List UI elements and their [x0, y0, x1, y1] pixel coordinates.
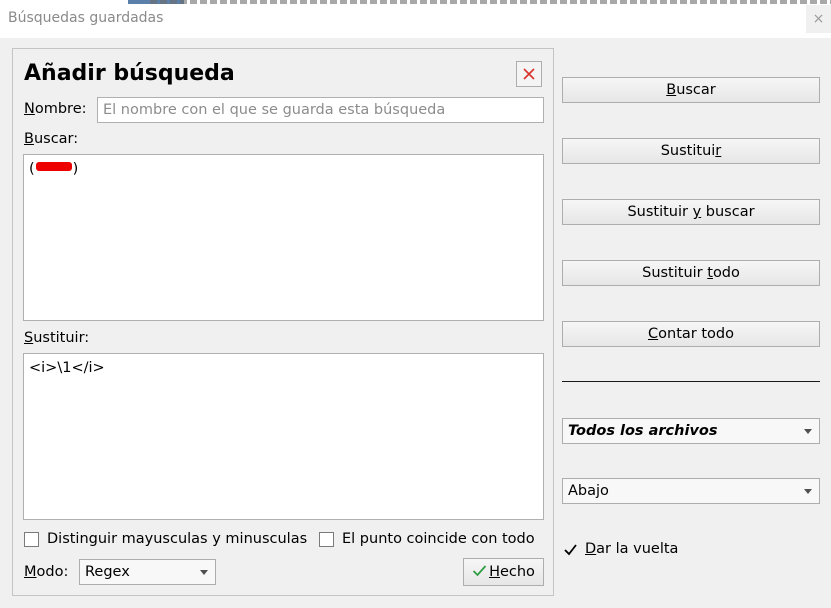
add-search-panel: Añadir búsqueda Nombre: Buscar: () Susti…: [12, 48, 554, 596]
title-bar: Búsquedas guardadas ×: [0, 0, 831, 38]
chevron-down-icon: [200, 570, 208, 575]
mode-select[interactable]: Regex: [79, 559, 216, 585]
scope-select-value: Todos los archivos: [568, 423, 718, 439]
mode-select-value: Regex: [85, 564, 130, 580]
name-label: Nombre:: [24, 101, 87, 117]
close-x-icon: [523, 68, 535, 80]
replace-text: <i>\1</i>: [29, 360, 105, 376]
replace-label: Sustituir:: [24, 330, 90, 346]
chevron-down-icon: [804, 429, 812, 434]
scope-select[interactable]: Todos los archivos: [562, 418, 820, 444]
search-text-close: ): [72, 161, 79, 177]
replace-and-search-button[interactable]: Sustituir y buscar: [562, 199, 820, 225]
separator-line: [562, 381, 820, 382]
direction-select-value: Abajo: [568, 483, 609, 499]
done-button[interactable]: Hecho: [463, 558, 544, 586]
search-textbox[interactable]: (): [23, 154, 544, 321]
replace-textbox[interactable]: <i>\1</i>: [23, 353, 544, 520]
chevron-down-icon: [804, 489, 812, 494]
search-button[interactable]: Buscar: [562, 77, 820, 103]
window-close-button[interactable]: ×: [806, 5, 831, 33]
redacted-search-term: [35, 162, 72, 171]
name-input[interactable]: [97, 97, 544, 123]
case-sensitive-checkbox[interactable]: [24, 532, 39, 547]
window-title: Búsquedas guardadas: [8, 10, 164, 26]
panel-title: Añadir búsqueda: [24, 61, 235, 86]
replace-all-button[interactable]: Sustituir todo: [562, 260, 820, 286]
wrap-around-label: Dar la vuelta: [585, 541, 679, 557]
search-label: Buscar:: [24, 131, 79, 147]
background-window-text-strip: [150, 0, 831, 4]
window-close-icon: ×: [812, 11, 825, 27]
count-all-button[interactable]: Contar todo: [562, 321, 820, 347]
checkmark-icon: [564, 544, 577, 556]
mode-label: Modo:: [24, 564, 69, 580]
case-sensitive-label: Distinguir mayusculas y minusculas: [47, 531, 308, 547]
direction-select[interactable]: Abajo: [562, 478, 820, 504]
dot-all-label: El punto coincide con todo: [342, 531, 535, 547]
search-text-open: (: [29, 161, 35, 177]
check-icon: [472, 565, 487, 577]
dot-all-checkbox[interactable]: [319, 532, 334, 547]
replace-button[interactable]: Sustituir: [562, 138, 820, 164]
close-panel-button[interactable]: [516, 61, 542, 87]
wrap-around-checkbox[interactable]: [563, 542, 578, 557]
